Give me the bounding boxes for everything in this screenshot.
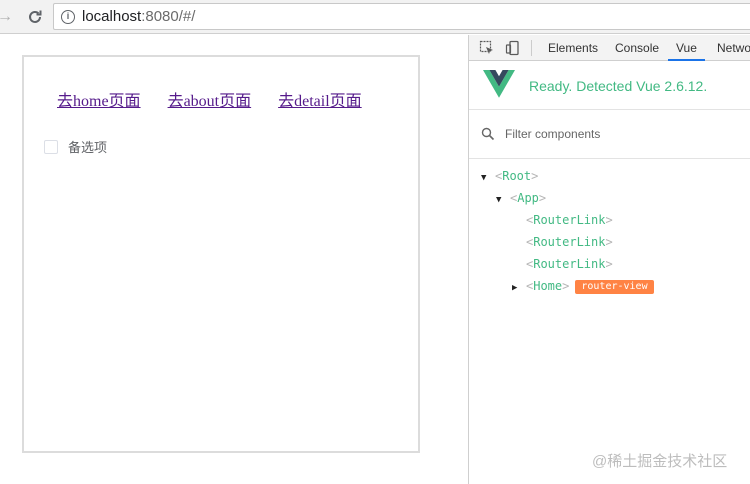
node-name: RouterLink — [533, 257, 606, 271]
url-text[interactable]: localhost:8080/#/ — [82, 8, 195, 25]
expanded-triangle-icon[interactable]: ▼ — [496, 189, 510, 211]
reload-icon[interactable] — [24, 6, 46, 28]
tree-node-app[interactable]: ▼ <App> — [496, 187, 546, 209]
node-name: Home — [533, 279, 563, 293]
app-container: 去home页面 去about页面 去detail页面 备选项 — [22, 55, 420, 453]
link-detail[interactable]: 去detail页面 — [278, 87, 362, 111]
router-nav: 去home页面 去about页面 去detail页面 — [57, 87, 417, 111]
collapsed-triangle-icon[interactable]: ▶ — [512, 277, 526, 299]
watermark: @稀土掘金技术社区 — [592, 453, 728, 470]
node-name: RouterLink — [533, 235, 606, 249]
browser-toolbar: → i localhost:8080/#/ — [0, 0, 750, 34]
tab-network[interactable]: Netwo — [717, 35, 750, 61]
search-icon — [481, 127, 495, 141]
url-host: localhost — [82, 8, 142, 25]
tree-node-home[interactable]: ▶ <Home> router-view — [512, 275, 654, 297]
component-filter — [469, 111, 750, 159]
link-home[interactable]: 去home页面 — [57, 87, 141, 111]
tab-elements[interactable]: Elements — [548, 35, 598, 61]
tree-node-routerlink[interactable]: <RouterLink> — [526, 209, 613, 231]
toolbar-divider — [531, 40, 532, 56]
router-view-badge: router-view — [575, 280, 654, 294]
device-toolbar-icon[interactable] — [505, 40, 521, 56]
tree-node-root[interactable]: ▼ <Root> — [481, 165, 538, 187]
node-name: RouterLink — [533, 213, 606, 227]
expanded-triangle-icon[interactable]: ▼ — [481, 167, 495, 189]
tree-node-routerlink[interactable]: <RouterLink> — [526, 231, 613, 253]
url-path: :8080/#/ — [141, 8, 196, 25]
checkbox-option[interactable]: 备选项 — [44, 137, 107, 156]
vue-ready-status: Ready. Detected Vue 2.6.12. — [529, 78, 708, 94]
vue-logo-icon — [483, 70, 515, 98]
link-about[interactable]: 去about页面 — [168, 87, 252, 111]
vue-status-header: Ready. Detected Vue 2.6.12. — [469, 62, 750, 110]
node-name: Root — [502, 169, 532, 183]
inspect-element-icon[interactable] — [479, 40, 495, 56]
tree-node-routerlink[interactable]: <RouterLink> — [526, 253, 613, 275]
devtools-panel: Elements Console Vue Netwo Ready. Detect… — [468, 35, 750, 484]
checkbox[interactable] — [44, 139, 58, 154]
page-viewport: 去home页面 去about页面 去detail页面 备选项 — [0, 35, 468, 484]
forward-arrow-icon[interactable]: → — [0, 6, 16, 28]
address-bar[interactable]: i localhost:8080/#/ — [53, 3, 750, 30]
info-icon[interactable]: i — [61, 10, 75, 24]
devtools-tab-bar: Elements Console Vue Netwo — [469, 35, 750, 61]
node-name: App — [517, 191, 539, 205]
tab-vue[interactable]: Vue — [668, 35, 705, 61]
checkbox-label[interactable]: 备选项 — [68, 137, 107, 156]
tab-console[interactable]: Console — [615, 35, 659, 61]
filter-components-input[interactable] — [505, 124, 735, 144]
